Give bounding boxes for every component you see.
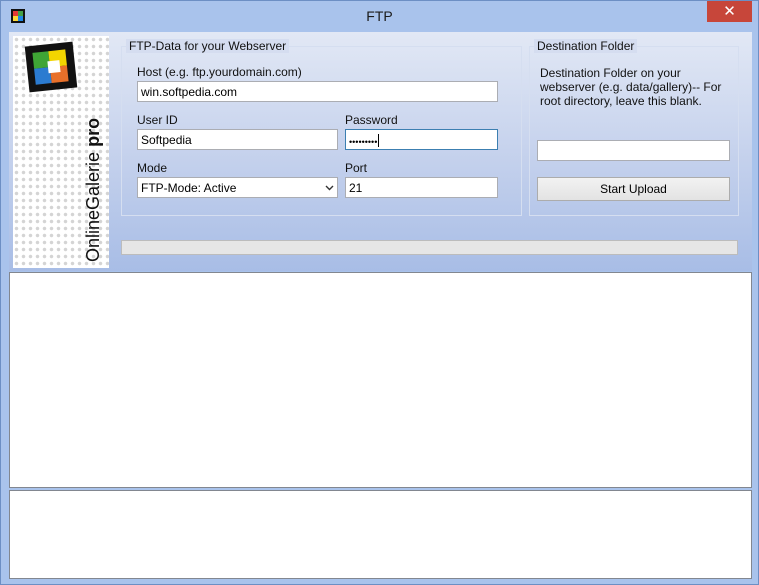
userid-input[interactable]: Softpedia [137,129,338,150]
destination-group-legend: Destination Folder [534,39,638,53]
destination-description: Destination Folder on your webserver (e.… [540,66,722,108]
userid-label: User ID [137,113,178,127]
mode-selected-value: FTP-Mode: Active [141,181,237,195]
destination-folder-group: Destination Folder Destination Folder on… [529,39,739,216]
close-icon: ✕ [723,2,736,20]
chevron-down-icon [325,185,334,191]
start-upload-button[interactable]: Start Upload [537,177,730,201]
ftp-group-legend: FTP-Data for your Webserver [126,39,290,53]
password-label: Password [345,113,398,127]
ftp-window: FTP ✕ OnlineGalerie pro FTP-Data for you… [0,0,759,585]
logo-wordmark: OnlineGalerie pro [83,117,103,262]
logo-picture-icon [24,41,78,93]
port-label: Port [345,161,368,175]
status-log-pane[interactable] [9,490,752,579]
password-mask: ••••••••• [349,137,378,147]
transfer-log-pane[interactable] [9,272,752,488]
mode-select[interactable]: FTP-Mode: Active [137,177,338,198]
password-input[interactable]: ••••••••• [345,129,498,150]
text-caret [378,134,380,147]
host-input[interactable]: win.softpedia.com [137,81,498,102]
app-logo: OnlineGalerie pro [13,36,109,268]
close-button[interactable]: ✕ [707,1,752,22]
header-panel: OnlineGalerie pro FTP-Data for your Webs… [9,32,752,271]
port-input[interactable]: 21 [345,177,498,198]
window-title: FTP [366,8,393,24]
title-bar[interactable]: FTP ✕ [1,1,758,32]
mode-label: Mode [137,161,168,175]
upload-progress-bar [121,240,738,255]
host-label: Host (e.g. ftp.yourdomain.com) [137,65,302,79]
destination-folder-input[interactable] [537,140,730,161]
ftp-data-group: FTP-Data for your Webserver Host (e.g. f… [121,39,522,216]
